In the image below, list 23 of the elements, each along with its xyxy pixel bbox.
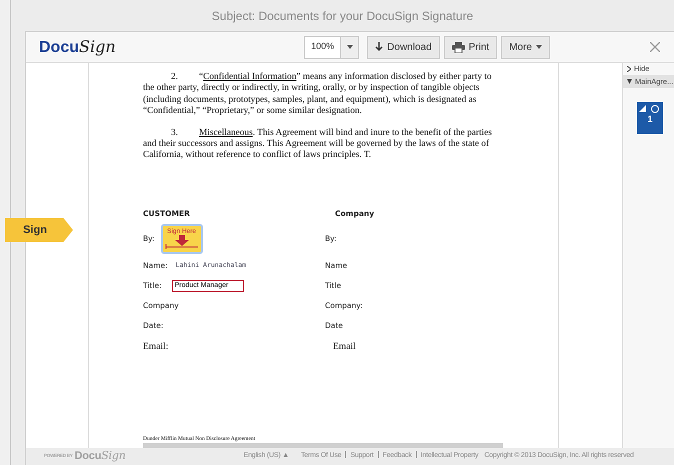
- print-button[interactable]: Print: [444, 36, 498, 58]
- close-icon[interactable]: [650, 42, 660, 52]
- docusign-logo: DocuSign: [74, 448, 126, 464]
- download-button[interactable]: Download: [367, 36, 440, 58]
- docusign-logo: DocuSign: [39, 36, 116, 58]
- download-icon: [375, 42, 384, 52]
- printer-icon: [452, 42, 465, 52]
- agreement-paragraph: 3. Miscellaneous. This Agreement will bind and inure to the benefit of the parties and their successors and assigns. This Agreement will be governed by the laws of the state of California, without reference to conflict of laws principles. T.: [143, 128, 493, 162]
- window-title: Subject: Documents for your DocuSign Signature: [212, 8, 474, 24]
- field-label: Email: [332, 340, 357, 354]
- chevron-right-icon: [627, 66, 631, 72]
- caret-icon: [346, 45, 353, 49]
- horizontal-scrollbar[interactable]: [143, 443, 503, 448]
- zoom-select[interactable]: 100%: [304, 36, 360, 58]
- page-thumbnail[interactable]: 1: [637, 102, 663, 134]
- down-arrow-icon: [164, 234, 199, 249]
- caret-icon: [536, 45, 542, 49]
- agreement-paragraph: 2. “Confidential Information” means any information disclosed by either party to the other party, directly or indirectly, in writing, orally, or by inspection of tangible objects (including documents, prototypes, samples, plant, and equipment), which is designated as “Confidential,” “Proprietary,” or some similar designation.: [143, 72, 493, 118]
- more-button[interactable]: More: [501, 36, 550, 58]
- page-corner-icon: [639, 104, 661, 113]
- caret-down-icon: [627, 79, 632, 84]
- sign-tab[interactable]: Sign: [5, 218, 73, 242]
- field-label: Email:: [143, 340, 170, 354]
